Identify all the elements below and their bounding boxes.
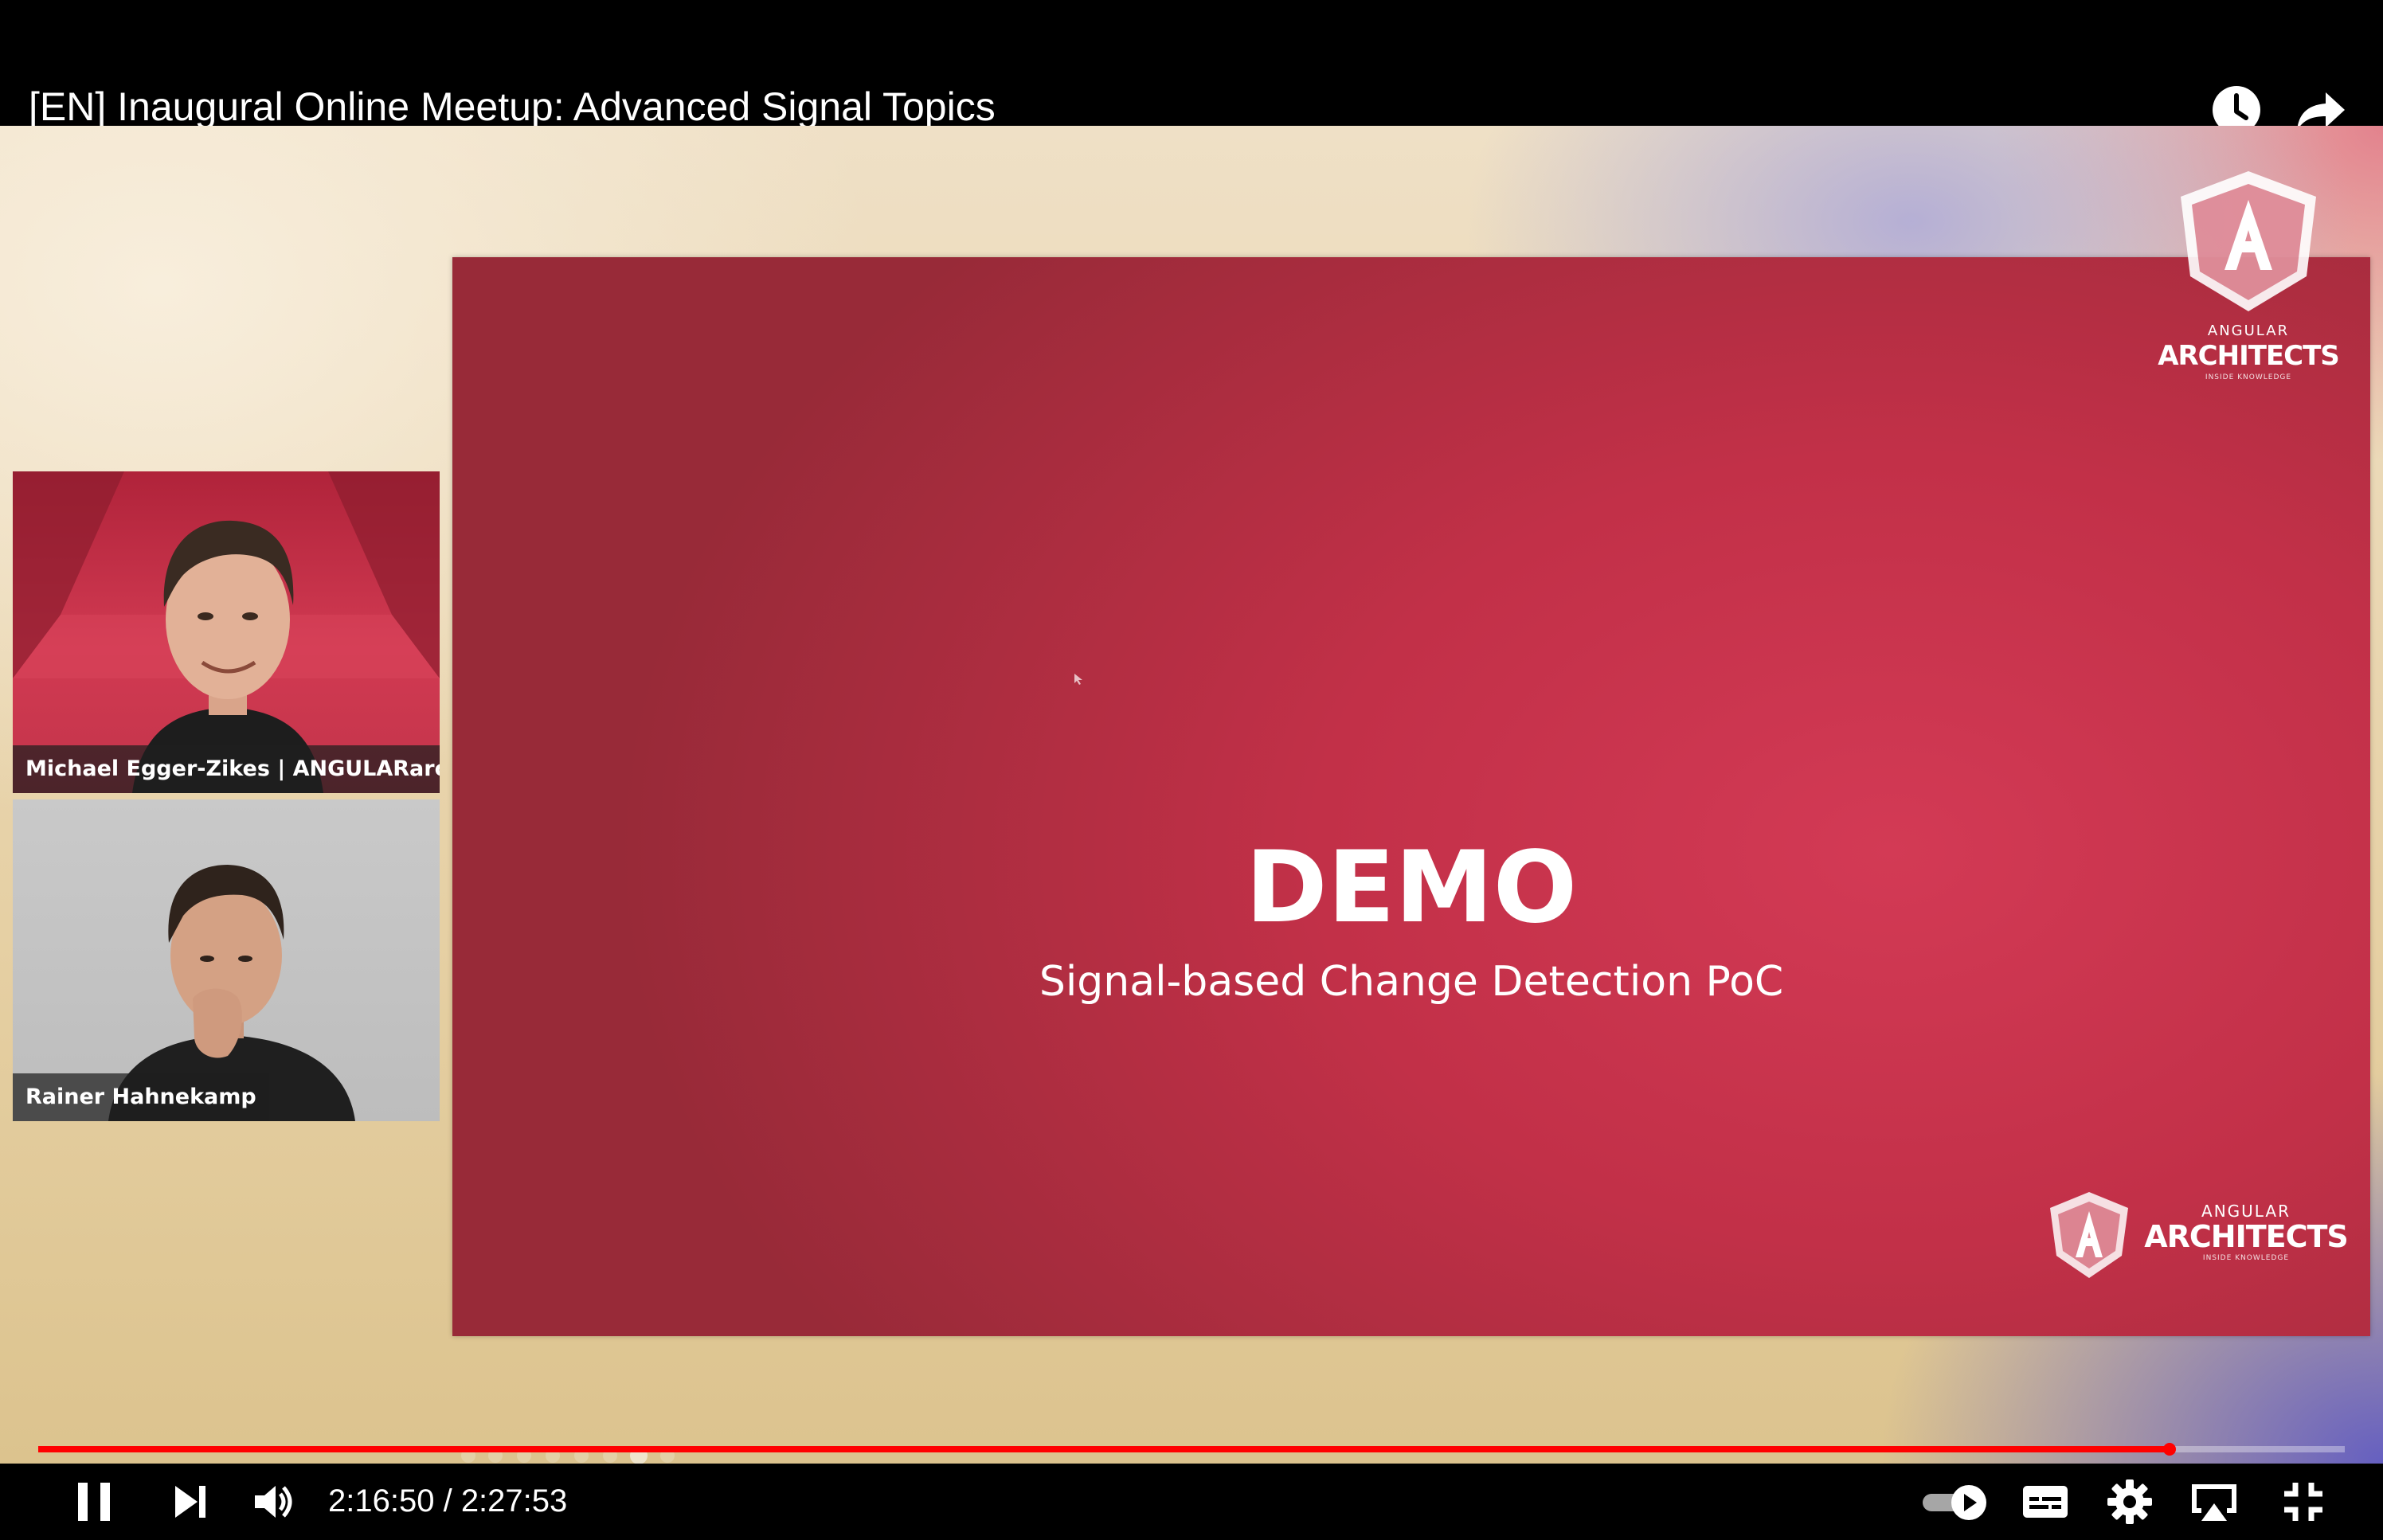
video-player-stage[interactable]: Michael Egger-Zikes | ANGULARarc... Rain… xyxy=(0,126,2383,1464)
subtitles-icon[interactable] xyxy=(2018,1475,2072,1529)
participant-name: Michael Egger-Zikes | ANGULARarc... xyxy=(13,745,440,793)
time-display: 2:16:50 / 2:27:53 xyxy=(328,1479,567,1523)
logo-big-text: ARCHITECTS xyxy=(2158,340,2340,372)
mouse-cursor-icon xyxy=(1074,674,1082,685)
progress-played xyxy=(38,1446,2170,1452)
logo-tagline: INSIDE KNOWLEDGE xyxy=(2205,373,2292,381)
angular-architects-logo-bottom: ANGULAR ARCHITECTS INSIDE KNOWLEDGE xyxy=(2045,1189,2349,1284)
progress-scrubber-handle[interactable] xyxy=(2162,1443,2176,1456)
logo-tagline: INSIDE KNOWLEDGE xyxy=(2202,1254,2290,1262)
time-separator: / xyxy=(434,1483,461,1519)
angular-architects-logo-top: ANGULAR ARCHITECTS INSIDE KNOWLEDGE xyxy=(2149,166,2348,397)
video-title[interactable]: [EN] Inaugural Online Meetup: Advanced S… xyxy=(29,83,996,131)
settings-icon[interactable] xyxy=(2103,1475,2157,1529)
slide-subheading: Signal-based Change Detection PoC xyxy=(1039,958,1784,1006)
participant-tile-michael: Michael Egger-Zikes | ANGULARarc... xyxy=(13,471,440,793)
logo-big-text: ARCHITECTS xyxy=(2144,1219,2349,1254)
current-time: 2:16:50 xyxy=(328,1483,435,1519)
next-icon[interactable] xyxy=(162,1475,217,1529)
exit-fullscreen-icon[interactable] xyxy=(2276,1475,2330,1529)
autoplay-toggle-icon[interactable] xyxy=(1919,1475,1993,1529)
logo-small-text: ANGULAR xyxy=(2201,1202,2291,1221)
volume-icon[interactable] xyxy=(247,1475,301,1529)
progress-bar[interactable] xyxy=(38,1443,2345,1456)
slide-heading: DEMO xyxy=(1245,831,1578,945)
logo-small-text: ANGULAR xyxy=(2207,322,2290,339)
total-duration: 2:27:53 xyxy=(460,1483,568,1519)
presentation-slide: DEMO Signal-based Change Detection PoC A… xyxy=(452,171,2370,1336)
shield-logo-icon xyxy=(2181,171,2316,311)
shield-logo-icon xyxy=(2050,1192,2128,1278)
participant-tile-rainer: Rainer Hahnekamp xyxy=(13,799,440,1121)
airplay-icon[interactable] xyxy=(2187,1475,2241,1529)
participant-name: Rainer Hahnekamp xyxy=(13,1073,269,1121)
pause-icon[interactable] xyxy=(67,1475,121,1529)
